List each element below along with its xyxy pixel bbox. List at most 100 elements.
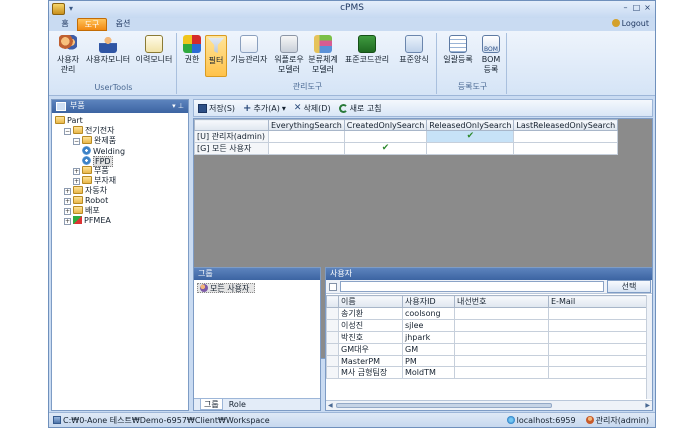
expand-icon[interactable]: + bbox=[64, 198, 71, 205]
user-table-row[interactable]: GM대우 GM bbox=[326, 343, 647, 356]
standard-form-button[interactable]: 표준양식 bbox=[395, 35, 433, 65]
filter-grid-check-cell[interactable]: ✔ bbox=[426, 130, 515, 143]
user-table-cell: 박진호 bbox=[338, 331, 403, 344]
minimize-icon[interactable]: – bbox=[621, 4, 630, 13]
user-table-cell bbox=[548, 343, 647, 356]
tree-node[interactable]: + 부품 bbox=[52, 166, 188, 176]
scroll-thumb[interactable] bbox=[336, 403, 552, 408]
delete-label: 삭제(D) bbox=[303, 103, 331, 113]
tree-node[interactable]: − 완제품 bbox=[52, 136, 188, 146]
filter-grid-check-cell[interactable] bbox=[513, 130, 619, 143]
save-button[interactable]: 저장(S) bbox=[198, 103, 235, 114]
tree-node-label: PFMEA bbox=[84, 216, 111, 225]
filter-grid-check-cell[interactable] bbox=[268, 130, 345, 143]
add-dropdown-icon[interactable]: ▾ bbox=[282, 104, 286, 113]
expand-icon[interactable]: + bbox=[64, 218, 71, 225]
group-list-item[interactable]: 모든 사용자 bbox=[197, 283, 255, 293]
logout-button[interactable]: Logout bbox=[611, 19, 649, 28]
tree-node-label: Welding bbox=[93, 147, 126, 156]
user-row-selector[interactable] bbox=[326, 307, 339, 320]
expand-icon[interactable]: + bbox=[73, 168, 80, 175]
history-icon bbox=[145, 35, 163, 53]
user-row-selector[interactable] bbox=[326, 355, 339, 367]
classification-modeler-button[interactable]: 분류체계 모델러 bbox=[307, 35, 339, 75]
user-table-cell: MoldTM bbox=[402, 366, 455, 379]
user-row-selector[interactable] bbox=[326, 331, 339, 344]
pin-icon[interactable]: ⊥ bbox=[178, 102, 184, 110]
maximize-icon[interactable]: □ bbox=[632, 4, 641, 13]
standard-code-button[interactable]: 표준코드관리 bbox=[341, 35, 393, 65]
filter-grid-column-header[interactable]: LastReleasedOnlySearch bbox=[513, 119, 619, 131]
tree-node[interactable]: FPD bbox=[52, 156, 188, 167]
tree-node[interactable]: + 배포 bbox=[52, 206, 188, 216]
filter-grid-row[interactable]: [U] 관리자(admin) ✔ bbox=[194, 130, 619, 143]
user-table-row[interactable]: M사 금형팀장 MoldTM bbox=[326, 366, 647, 379]
user-table-row[interactable]: 박진호 jhpark bbox=[326, 331, 647, 344]
tree-node[interactable]: Part bbox=[52, 116, 188, 126]
scroll-right-icon[interactable]: ▶ bbox=[645, 401, 650, 410]
filter-grid-column-header[interactable] bbox=[194, 119, 269, 131]
close-icon[interactable]: × bbox=[643, 4, 652, 13]
filter-grid-check-cell[interactable] bbox=[343, 130, 428, 143]
permission-button[interactable]: 권한 bbox=[181, 35, 203, 65]
user-management-button[interactable]: 사용자 관리 bbox=[53, 35, 83, 75]
tab-options[interactable]: 옵션 bbox=[111, 18, 135, 31]
user-table-column-header[interactable]: E-Mail bbox=[548, 295, 647, 308]
user-row-selector[interactable] bbox=[326, 319, 339, 332]
collapse-icon[interactable]: − bbox=[73, 138, 80, 145]
user-table-horizontal-scrollbar[interactable]: ◀ ▶ bbox=[326, 400, 652, 410]
user-table-row[interactable]: 송기환 coolsong bbox=[326, 307, 647, 320]
expand-icon[interactable]: + bbox=[64, 188, 71, 195]
scroll-left-icon[interactable]: ◀ bbox=[328, 401, 333, 410]
tree-node[interactable]: + 부자재 bbox=[52, 176, 188, 186]
user-table-row[interactable]: 이성진 sjlee bbox=[326, 319, 647, 332]
tree-node[interactable]: + 자동차 bbox=[52, 186, 188, 196]
history-monitor-button[interactable]: 이력모니터 bbox=[133, 35, 175, 65]
collapse-icon[interactable]: − bbox=[64, 128, 71, 135]
bom-register-button[interactable]: BOM BOM 등록 bbox=[477, 35, 505, 75]
user-table-column-header[interactable]: 사용자ID bbox=[402, 295, 455, 308]
filter-grid-check-cell[interactable] bbox=[513, 142, 619, 155]
tree-node[interactable]: − 전기전자 bbox=[52, 126, 188, 136]
tree-node-label: 완제품 bbox=[94, 136, 117, 145]
user-search-input[interactable] bbox=[340, 281, 604, 292]
filter-grid-check-cell[interactable]: ✔ bbox=[343, 142, 428, 155]
filter-grid-row[interactable]: [G] 모든 사용자 ✔ bbox=[194, 142, 619, 155]
workflow-modeler-label-1: 워플로우 bbox=[274, 55, 304, 64]
gear-icon bbox=[82, 156, 91, 165]
user-table-column-header[interactable]: 내선번호 bbox=[454, 295, 549, 308]
user-table-column-header[interactable]: 이름 bbox=[338, 295, 403, 308]
user-table-vertical-scrollbar[interactable] bbox=[646, 295, 652, 399]
expand-icon[interactable]: + bbox=[64, 208, 71, 215]
bulk-register-button[interactable]: 일괄등록 bbox=[441, 35, 475, 65]
workflow-modeler-button[interactable]: 워플로우 모델러 bbox=[273, 35, 305, 75]
tab-home[interactable]: 홈 bbox=[55, 18, 75, 31]
folder-icon bbox=[82, 176, 92, 184]
tree-node-label: 부품 bbox=[94, 166, 109, 175]
user-row-selector[interactable] bbox=[326, 343, 339, 356]
tree-node[interactable]: + PFMEA bbox=[52, 216, 188, 226]
panel-dropdown-icon[interactable]: ▾ bbox=[172, 102, 176, 110]
tab-group[interactable]: 그룹 bbox=[200, 399, 223, 410]
filter-grid-check-cell[interactable] bbox=[268, 142, 345, 155]
tab-role[interactable]: Role bbox=[229, 399, 246, 410]
tree-node[interactable]: + Robot bbox=[52, 196, 188, 206]
select-button[interactable]: 선택 bbox=[607, 280, 651, 293]
filter-grid-column-header[interactable]: EverythingSearch bbox=[268, 119, 345, 131]
expand-icon[interactable]: + bbox=[73, 178, 80, 185]
tab-tools[interactable]: 도구 bbox=[77, 18, 107, 31]
user-row-selector[interactable] bbox=[326, 366, 339, 379]
add-button[interactable]: + 추가(A) ▾ bbox=[243, 103, 286, 114]
select-all-checkbox[interactable] bbox=[329, 283, 337, 291]
main-area: 저장(S) + 추가(A) ▾ ✕ 삭제(D) 새로 고침 EverythingSea… bbox=[193, 99, 653, 411]
refresh-button[interactable]: 새로 고침 bbox=[338, 103, 382, 114]
function-manager-button[interactable]: 기능관리자 bbox=[229, 35, 269, 65]
filter-grid-check-cell[interactable] bbox=[426, 142, 515, 155]
user-table-row[interactable]: MasterPM PM bbox=[326, 355, 647, 367]
filter-button[interactable]: 필터 bbox=[205, 35, 227, 77]
filter-grid-column-header[interactable]: ReleasedOnlySearch bbox=[426, 119, 515, 131]
delete-button[interactable]: ✕ 삭제(D) bbox=[294, 103, 331, 114]
filter-grid-column-header[interactable]: CreatedOnlySearch bbox=[343, 119, 428, 131]
user-monitor-button[interactable]: 사용자모니터 bbox=[85, 35, 131, 65]
tree-node[interactable]: Welding bbox=[52, 146, 188, 156]
